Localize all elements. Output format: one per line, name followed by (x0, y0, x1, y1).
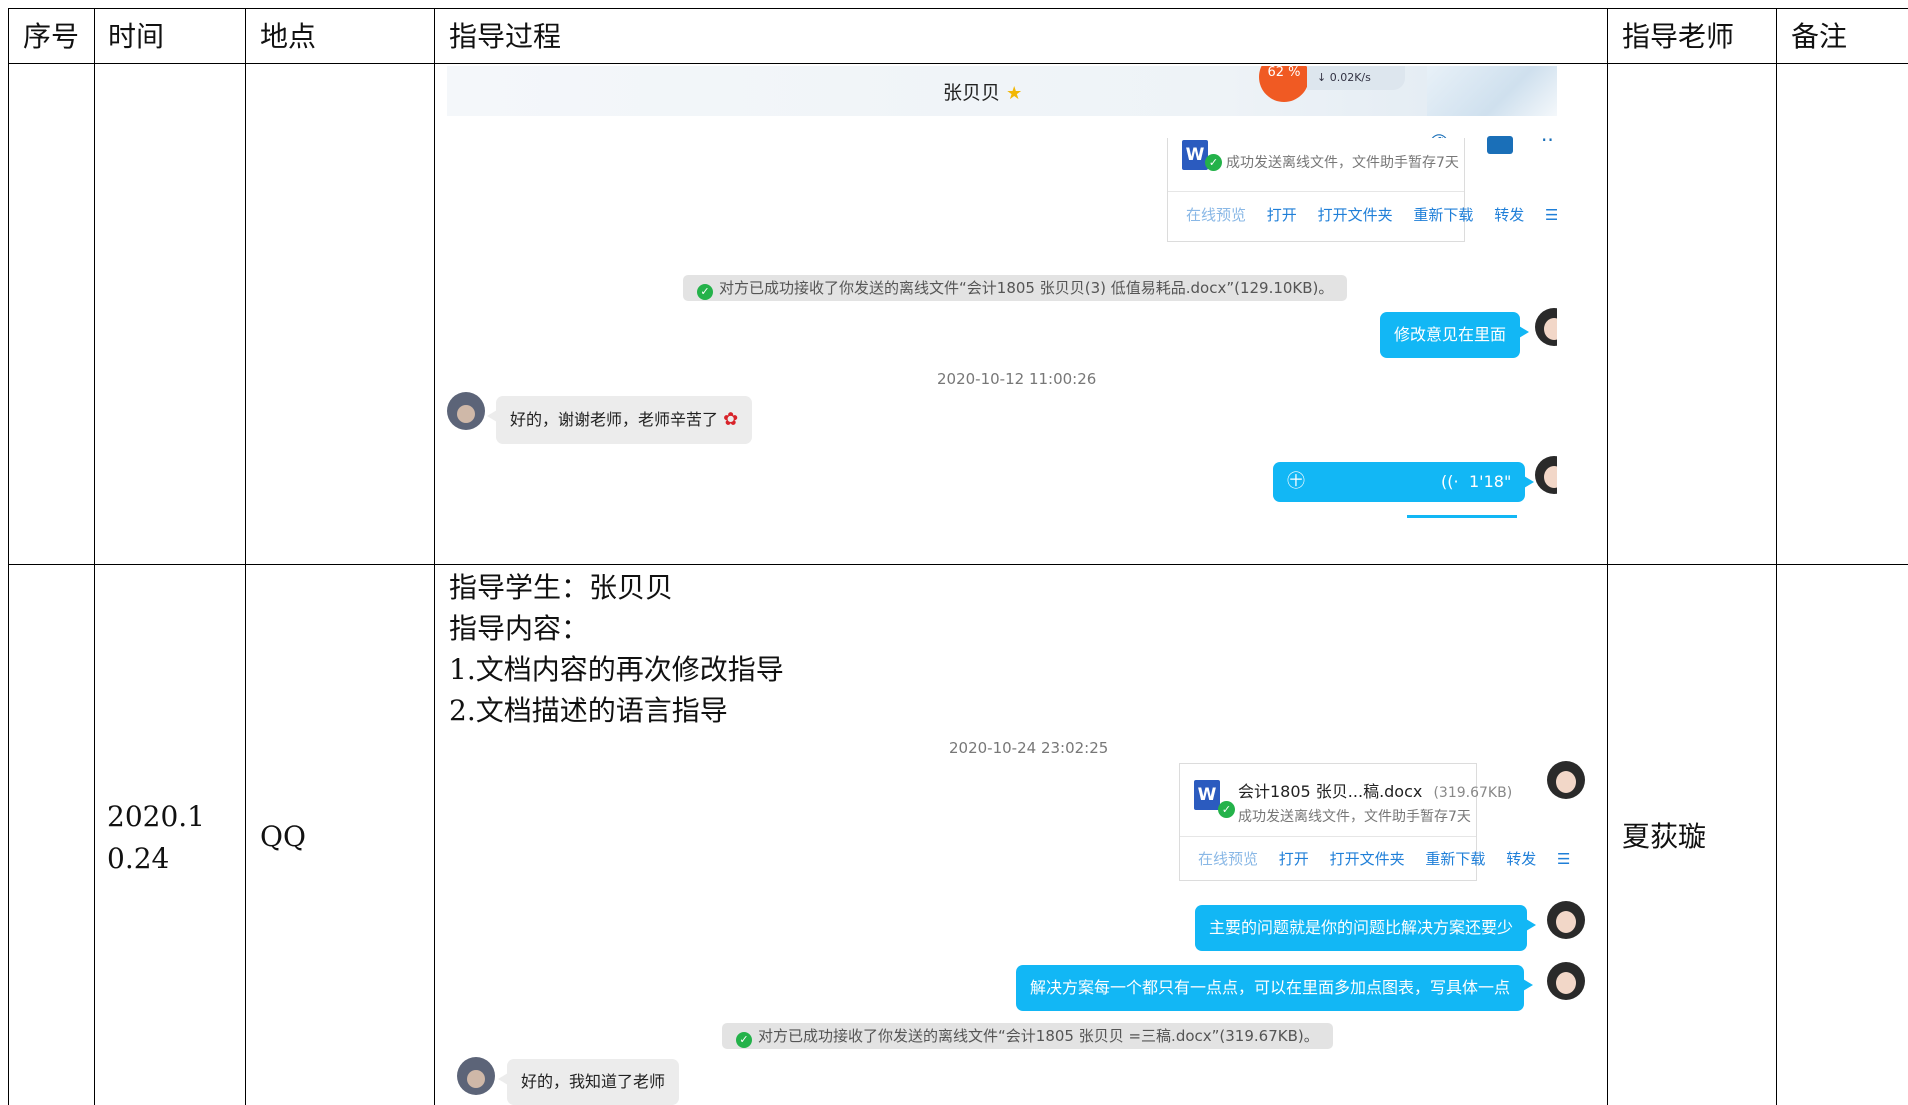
file-size: (319.67KB) (1433, 785, 1513, 801)
my-avatar-5[interactable] (1547, 962, 1585, 1000)
row2-process-line-2: 指导内容： (449, 612, 590, 645)
incoming-message-2: 好的，我知道了老师 (497, 1059, 680, 1105)
row2-date: 2020.10.24 (107, 800, 205, 875)
col-border-0 (8, 8, 9, 1105)
check-icon: ✓ (697, 284, 713, 300)
col-border-3 (434, 8, 435, 1105)
speed-widget: ↓ 0.02K/s (1307, 66, 1405, 90)
voice-duration: 1'18" (1469, 472, 1512, 491)
speed-label: 0.02K/s (1329, 71, 1371, 84)
file-actions-2: 在线预览 打开 打开文件夹 重新下载 转发 ☰ (1180, 836, 1570, 881)
file-action-open-folder[interactable]: 打开文件夹 (1318, 206, 1393, 224)
header-time: 时间 (108, 20, 165, 53)
file-name-row: 会计1805 张贝...稿.docx (319.67KB) (1238, 778, 1512, 802)
file-action-forward[interactable]: 转发 (1494, 206, 1524, 224)
row1-bottom-border (8, 564, 1908, 565)
voice-message[interactable]: ㊉ ((· 1'18" (1273, 462, 1534, 502)
my-avatar[interactable] (1535, 308, 1557, 346)
cpu-badge-text: 62 % (1267, 66, 1301, 80)
file-card-1[interactable]: W ✓ 成功发送离线文件，文件助手暂存7天 在线预览 打开 打开文件夹 重新下载… (1167, 138, 1557, 242)
star-icon: ★ (1006, 83, 1023, 104)
file-action-preview[interactable]: 在线预览 (1186, 206, 1246, 224)
header-teacher: 指导老师 (1622, 20, 1735, 53)
file-status: 成功发送离线文件，文件助手暂存7天 (1226, 155, 1459, 171)
notice-text: 对方已成功接收了你发送的离线文件“会计1805 张贝贝(3) 低值易耗品.doc… (719, 279, 1334, 297)
notice-text-2: 对方已成功接收了你发送的离线文件“会计1805 张贝贝 =三稿.docx”(31… (758, 1027, 1319, 1045)
file-sent-check-icon: ✓ (1205, 154, 1222, 171)
header-bottom-border (8, 63, 1908, 64)
contact-name: 张贝贝 ★ (943, 78, 1022, 105)
more-icon[interactable]: ·· (1541, 128, 1554, 152)
next-bubble-edge (1407, 515, 1517, 518)
file-card-2[interactable]: W ✓ 会计1805 张贝...稿.docx (319.67KB) 成功发送离线… (1179, 763, 1570, 881)
col-border-4 (1607, 8, 1608, 1105)
word-file-icon-2: W (1194, 780, 1220, 810)
row2-process-line-4: 2.文档描述的语言指导 (449, 694, 728, 727)
file-action-forward-2[interactable]: 转发 (1506, 850, 1536, 868)
voice-wave-icon: ((· (1441, 472, 1459, 491)
menu-icon[interactable]: ☰ (1545, 206, 1557, 224)
file-action-preview-2[interactable]: 在线预览 (1198, 850, 1258, 868)
my-avatar-2[interactable] (1535, 456, 1557, 494)
col-border-1 (94, 8, 95, 1105)
header-index: 序号 (23, 20, 80, 53)
my-avatar-3[interactable] (1547, 761, 1585, 799)
word-file-icon: W (1182, 140, 1208, 170)
file-sent-check-icon-2: ✓ (1218, 801, 1235, 818)
file-actions: 在线预览 打开 打开文件夹 重新下载 转发 ☰ (1168, 191, 1557, 242)
outgoing-message-2: 主要的问题就是你的问题比解决方案还要少 (1195, 905, 1537, 951)
chat-screenshot-1: 张贝贝 ★ 62 % ↓ 0.02K/s ✆ ·· W ✓ 成功发送离线文件，文… (447, 66, 1557, 520)
file-action-redownload[interactable]: 重新下载 (1413, 206, 1473, 224)
translate-icon[interactable]: ㊉ (1287, 471, 1305, 492)
header-process: 指导过程 (449, 20, 562, 53)
file-action-open[interactable]: 打开 (1267, 206, 1297, 224)
message-timestamp: 2020-10-12 11:00:26 (937, 370, 1097, 388)
row2-place: QQ (260, 820, 306, 853)
video-call-icon[interactable] (1487, 136, 1513, 154)
col-border-2 (245, 8, 246, 1105)
table-top-border (8, 8, 1908, 9)
contact-name-text: 张贝贝 (943, 82, 1001, 104)
file-action-open-folder-2[interactable]: 打开文件夹 (1330, 850, 1405, 868)
file-status-2: 成功发送离线文件，文件助手暂存7天 (1238, 809, 1471, 825)
download-arrow-icon: ↓ (1317, 71, 1327, 84)
file-received-notice-2: ✓ 对方已成功接收了你发送的离线文件“会计1805 张贝贝 =三稿.docx”(3… (722, 1023, 1333, 1049)
chat-screenshot-2: 2020-10-24 23:02:25 W ✓ 会计1805 张贝...稿.do… (447, 735, 1597, 1105)
peer-avatar[interactable] (447, 392, 485, 430)
file-action-open-2[interactable]: 打开 (1279, 850, 1309, 868)
title-snow-decoration (1427, 66, 1557, 116)
peer-avatar-2[interactable] (457, 1057, 495, 1095)
menu-icon-2[interactable]: ☰ (1557, 850, 1570, 868)
incoming-message-text: 好的，谢谢老师，老师辛苦了 (510, 410, 719, 429)
row2-process-line-3: 1.文档内容的再次修改指导 (449, 653, 784, 686)
col-border-5 (1776, 8, 1777, 1105)
header-remark: 备注 (1791, 20, 1848, 53)
row2-teacher: 夏荻璇 (1622, 820, 1707, 853)
outgoing-message: 修改意见在里面 (1380, 312, 1530, 358)
message-timestamp-2: 2020-10-24 23:02:25 (949, 739, 1109, 757)
check-icon-2: ✓ (736, 1032, 752, 1048)
header-place: 地点 (260, 20, 317, 53)
row2-process-line-1: 指导学生：张贝贝 (449, 571, 674, 604)
incoming-message: 好的，谢谢老师，老师辛苦了 ✿ (486, 396, 753, 444)
file-action-redownload-2[interactable]: 重新下载 (1425, 850, 1485, 868)
rose-icon: ✿ (723, 409, 739, 430)
my-avatar-4[interactable] (1547, 901, 1585, 939)
file-received-notice: ✓ 对方已成功接收了你发送的离线文件“会计1805 张贝贝(3) 低值易耗品.do… (683, 275, 1348, 301)
file-name: 会计1805 张贝...稿.docx (1238, 782, 1423, 801)
outgoing-message-3: 解决方案每一个都只有一点点，可以在里面多加点图表，写具体一点 (1016, 965, 1534, 1011)
